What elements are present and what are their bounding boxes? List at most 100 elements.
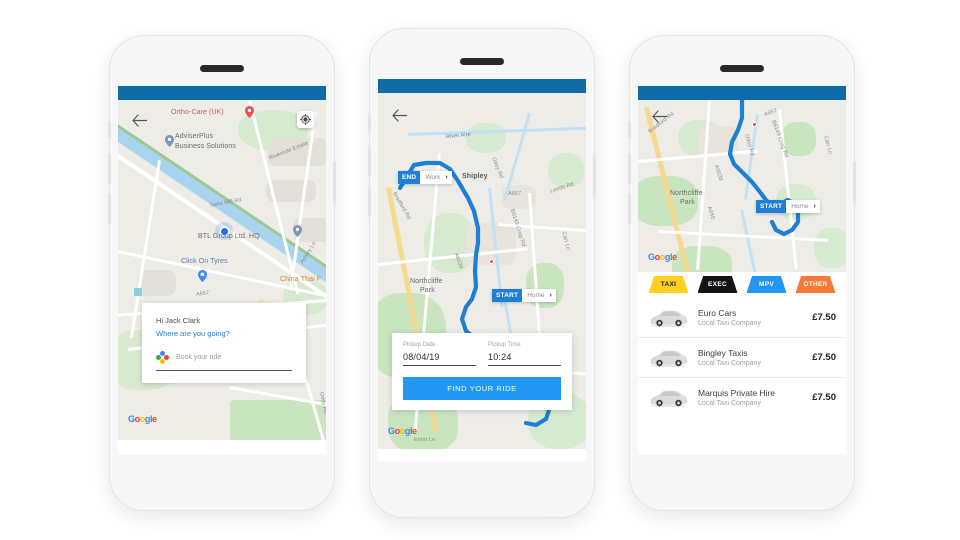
google-watermark: Google bbox=[648, 252, 677, 262]
map-poi-marker-red[interactable] bbox=[752, 122, 757, 127]
pickup-form-card: Pickup Date 08/04/19 Pickup Time 10:24 F… bbox=[392, 333, 572, 410]
map-label-northcliffe: Northcliffe bbox=[410, 278, 443, 285]
phone-3-volume-up bbox=[628, 154, 631, 184]
phone-2-speaker bbox=[460, 58, 504, 65]
operator-subtitle: Local Taxi Company bbox=[698, 320, 761, 327]
map-label-emm-ln: Emm Ln bbox=[414, 437, 436, 443]
table-row[interactable]: Marquis Private Hire Local Taxi Company … bbox=[638, 378, 846, 417]
greeting-question: Where are you going? bbox=[156, 329, 230, 338]
pickup-date-label: Pickup Date bbox=[403, 342, 436, 348]
map-pin-click-on-tyres[interactable] bbox=[198, 270, 207, 282]
operator-price: £7.50 bbox=[812, 392, 836, 403]
pickup-time-label: Pickup Time bbox=[488, 342, 521, 348]
operator-price: £7.50 bbox=[812, 352, 836, 363]
phone-1-map[interactable]: ▯ ▯ Ortho-Care (UK) AdviserPlus Business… bbox=[118, 100, 326, 440]
operator-name: Bingley Taxis bbox=[698, 348, 748, 358]
operator-list: Euro Cars Local Taxi Company £7.50 Bingl… bbox=[638, 298, 846, 417]
map-label-adviserplus: AdviserPlus bbox=[175, 133, 214, 140]
map-label-northcliffe-park: Park bbox=[680, 199, 695, 206]
phone-3-speaker bbox=[720, 65, 764, 72]
phone-2-map[interactable]: END Work › START Home › Shipley River Ai… bbox=[378, 93, 586, 449]
route-polyline bbox=[727, 100, 801, 237]
pickup-date-field[interactable]: Pickup Date 08/04/19 bbox=[403, 342, 476, 366]
phone-3-screen: START Home › Bradford Rd Northcliffe Par… bbox=[638, 86, 846, 454]
tab-exec-label: EXEC bbox=[708, 281, 727, 288]
tab-taxi[interactable]: TAXI bbox=[648, 276, 689, 293]
map-pin-adviserplus[interactable] bbox=[165, 135, 174, 147]
tab-taxi-label: TAXI bbox=[660, 281, 677, 288]
route-end-label: Work bbox=[425, 174, 441, 181]
phone-2-volume-down bbox=[368, 187, 371, 217]
pickup-date-value: 08/04/19 bbox=[403, 352, 440, 362]
route-end-tag: END bbox=[398, 171, 421, 184]
map-pin-ortho-care[interactable] bbox=[245, 106, 254, 118]
phone-3-power-button bbox=[853, 162, 856, 204]
find-your-ride-button[interactable]: FIND YOUR RIDE bbox=[403, 377, 561, 400]
phone-1-screen: ▯ ▯ Ortho-Care (UK) AdviserPlus Business… bbox=[118, 86, 326, 454]
operator-name: Marquis Private Hire bbox=[698, 388, 775, 398]
table-row[interactable]: Bingley Taxis Local Taxi Company £7.50 bbox=[638, 338, 846, 378]
chevron-right-icon: › bbox=[813, 203, 816, 210]
operator-price: £7.50 bbox=[812, 312, 836, 323]
route-start-pill[interactable]: START Home › bbox=[492, 289, 556, 302]
input-underline bbox=[156, 370, 292, 371]
route-end-pill[interactable]: END Work › bbox=[398, 171, 452, 184]
route-start-pill[interactable]: START Home › bbox=[756, 200, 820, 213]
back-arrow-icon[interactable] bbox=[132, 114, 148, 128]
tab-other-label: OTHER bbox=[803, 281, 828, 288]
booking-card: Hi Jack Clark Where are you going? Book … bbox=[142, 303, 306, 383]
screenshot-stage: ▯ ▯ Ortho-Care (UK) AdviserPlus Business… bbox=[0, 0, 960, 540]
map-label-china-thai: China Thai F bbox=[280, 276, 322, 283]
phone-1-volume-up bbox=[108, 154, 111, 184]
operator-subtitle: Local Taxi Company bbox=[698, 360, 761, 367]
phone-2-frame: END Work › START Home › Shipley River Ai… bbox=[368, 29, 596, 517]
phone-1-frame: ▯ ▯ Ortho-Care (UK) AdviserPlus Business… bbox=[108, 36, 336, 510]
tab-mpv[interactable]: MPV bbox=[746, 276, 787, 293]
map-label-btl-group: BTL Group Ltd. HQ bbox=[198, 233, 260, 240]
pickup-time-value: 10:24 bbox=[488, 352, 512, 362]
map-pin-btl-group[interactable] bbox=[293, 225, 302, 237]
map-poi-square[interactable] bbox=[134, 288, 142, 296]
back-arrow-icon[interactable] bbox=[652, 110, 668, 124]
phone-3-frame: START Home › Bradford Rd Northcliffe Par… bbox=[628, 36, 856, 510]
map-label-shipley: Shipley bbox=[462, 173, 488, 180]
phone-1-app-header bbox=[118, 86, 326, 100]
phone-1-speaker bbox=[200, 65, 244, 72]
chevron-right-icon: › bbox=[549, 292, 552, 299]
map-label-business-solutions: Business Solutions bbox=[175, 143, 236, 150]
phone-1-mute-switch bbox=[108, 122, 111, 139]
back-arrow-icon[interactable] bbox=[392, 109, 408, 123]
phone-2-mute-switch bbox=[368, 115, 371, 132]
map-label-ortho-care: Ortho-Care (UK) bbox=[171, 109, 224, 116]
map-label-northcliffe: Northcliffe bbox=[670, 190, 703, 197]
route-start-label: Home bbox=[527, 292, 545, 299]
my-location-icon[interactable] bbox=[297, 111, 314, 128]
route-start-tag: START bbox=[756, 200, 787, 213]
google-places-icon bbox=[156, 351, 169, 364]
phone-2-app-header bbox=[378, 79, 586, 93]
tab-other[interactable]: OTHER bbox=[795, 276, 836, 293]
car-photo-icon bbox=[648, 307, 688, 328]
pickup-time-field[interactable]: Pickup Time 10:24 bbox=[488, 342, 561, 366]
book-your-ride-input[interactable]: Book your ride bbox=[176, 354, 292, 361]
vehicle-class-tabs: TAXI EXEC MPV OTHER bbox=[638, 274, 846, 293]
car-photo-icon bbox=[648, 347, 688, 368]
greeting-text: Hi Jack Clark bbox=[156, 316, 201, 325]
phone-1-volume-down bbox=[108, 194, 111, 224]
map-label-a657: A657 bbox=[508, 191, 522, 197]
phone-1-power-button bbox=[333, 162, 336, 204]
phone-3-map[interactable]: START Home › Bradford Rd Northcliffe Par… bbox=[638, 100, 846, 272]
table-row[interactable]: Euro Cars Local Taxi Company £7.50 bbox=[638, 298, 846, 338]
google-watermark: Google bbox=[388, 426, 417, 436]
tab-mpv-label: MPV bbox=[759, 281, 774, 288]
tab-exec[interactable]: EXEC bbox=[697, 276, 738, 293]
google-watermark: Google bbox=[128, 414, 157, 424]
phone-2-volume-up bbox=[368, 147, 371, 177]
phone-3-volume-down bbox=[628, 194, 631, 224]
map-label-click-on-tyres: Click On Tyres bbox=[181, 258, 228, 265]
phone-3-mute-switch bbox=[628, 122, 631, 139]
map-poi-marker-red[interactable] bbox=[489, 259, 494, 264]
operator-subtitle: Local Taxi Company bbox=[698, 400, 761, 407]
chevron-right-icon: › bbox=[445, 174, 448, 181]
phone-3-app-header bbox=[638, 86, 846, 100]
